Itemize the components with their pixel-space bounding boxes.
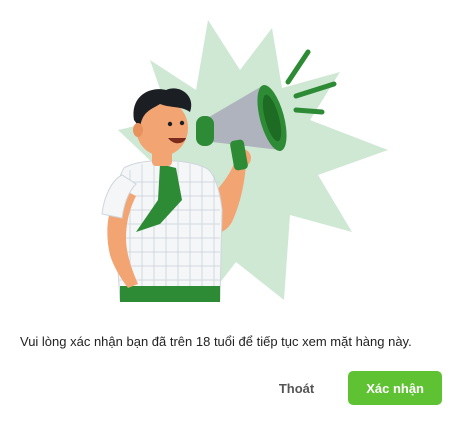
dialog-actions: Thoát Xác nhận bbox=[263, 370, 442, 406]
age-confirmation-dialog: Vui lòng xác nhận bạn đã trên 18 tuổi để… bbox=[0, 0, 462, 425]
confirm-button[interactable]: Xác nhận bbox=[348, 371, 442, 405]
sound-line-icon bbox=[285, 49, 311, 85]
man-with-megaphone-illustration bbox=[101, 20, 388, 302]
sound-line-icon bbox=[293, 107, 325, 115]
age-confirmation-message: Vui lòng xác nhận bạn đã trên 18 tuổi để… bbox=[20, 334, 412, 349]
exit-button[interactable]: Thoát bbox=[263, 371, 330, 405]
